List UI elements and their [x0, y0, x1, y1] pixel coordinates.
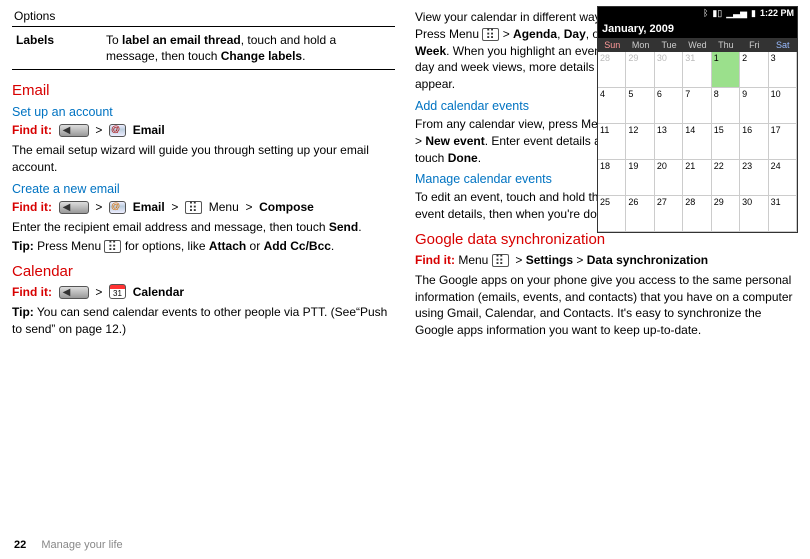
calendar-findit: Find it: > Calendar: [12, 284, 395, 301]
calendar-cell: 26: [626, 196, 654, 232]
dow-sun: Sun: [598, 38, 626, 52]
calendar-cell: 13: [655, 124, 683, 160]
calendar-cell: 7: [683, 88, 711, 124]
options-desc: To label an email thread, touch and hold…: [102, 27, 395, 70]
calendar-cell: 31: [683, 52, 711, 88]
calendar-cell: 5: [626, 88, 654, 124]
email-create-text: Enter the recipient email address and me…: [12, 219, 395, 236]
email-setup-text: The email setup wizard will guide you th…: [12, 142, 395, 176]
battery-icon: ▮: [751, 8, 756, 19]
menu-icon: [104, 240, 121, 253]
calendar-cell: 10: [769, 88, 797, 124]
calendar-cell: 6: [655, 88, 683, 124]
email-create-heading: Create a new email: [12, 182, 395, 196]
google-text: The Google apps on your phone give you a…: [415, 272, 798, 339]
calendar-cell: 29: [626, 52, 654, 88]
calendar-cell: 23: [740, 160, 768, 196]
dow-thu: Thu: [712, 38, 740, 52]
signal-bars-icon: ▁▃▅: [726, 8, 747, 19]
calendar-cell: 14: [683, 124, 711, 160]
calendar-tip: Tip: You can send calendar events to oth…: [12, 304, 395, 338]
calendar-cell: 17: [769, 124, 797, 160]
calendar-cell: 30: [740, 196, 768, 232]
calendar-cell: 12: [626, 124, 654, 160]
email-create-tip: Tip: Press Menu for options, like Attach…: [12, 238, 395, 255]
calendar-cell: 3: [769, 52, 797, 88]
email-icon: [109, 201, 126, 214]
options-label: Labels: [12, 27, 102, 70]
tray-icon: [59, 286, 89, 299]
calendar-heading: Calendar: [12, 263, 395, 280]
options-table: Options Labels To label an email thread,…: [12, 6, 395, 70]
menu-icon: [492, 254, 509, 267]
calendar-month-title: January, 2009: [598, 20, 797, 38]
calendar-cell: 28: [683, 196, 711, 232]
calendar-cell: 28: [598, 52, 626, 88]
menu-icon: [185, 201, 202, 214]
page-footer: 22 Manage your life: [14, 539, 123, 551]
calendar-cell: 22: [712, 160, 740, 196]
email-icon: [109, 124, 126, 137]
calendar-dow-row: SunMonTueWedThuFriSat: [598, 38, 797, 52]
dow-tue: Tue: [655, 38, 683, 52]
tray-icon: [59, 124, 89, 137]
options-header: Options: [12, 6, 395, 27]
calendar-cell: 11: [598, 124, 626, 160]
calendar-cell: 18: [598, 160, 626, 196]
calendar-cell: 2: [740, 52, 768, 88]
calendar-cell: 24: [769, 160, 797, 196]
google-findit: Find it: Menu > Settings > Data synchron…: [415, 252, 798, 269]
bluetooth-icon: ᛒ: [703, 8, 708, 19]
email-create-findit: Find it: > Email > Menu > Compose: [12, 199, 395, 216]
signal-icon: ▮▯: [712, 8, 722, 19]
section-name: Manage your life: [41, 539, 122, 551]
calendar-cell: 31: [769, 196, 797, 232]
calendar-cell: 25: [598, 196, 626, 232]
calendar-cell: 30: [655, 52, 683, 88]
calendar-cell: 27: [655, 196, 683, 232]
dow-sat: Sat: [769, 38, 797, 52]
calendar-cell: 1: [712, 52, 740, 88]
tray-icon: [59, 201, 89, 214]
calendar-icon: [109, 284, 126, 299]
phone-calendar-preview: ᛒ ▮▯ ▁▃▅ ▮ 1:22 PM January, 2009 SunMonT…: [597, 6, 798, 233]
calendar-grid: 2829303112345678910111213141516171819202…: [598, 52, 797, 232]
menu-icon: [482, 28, 499, 41]
calendar-cell: 16: [740, 124, 768, 160]
calendar-cell: 21: [683, 160, 711, 196]
calendar-cell: 15: [712, 124, 740, 160]
page-number: 22: [14, 539, 26, 551]
calendar-cell: 20: [655, 160, 683, 196]
google-heading: Google data synchronization: [415, 231, 798, 248]
dow-mon: Mon: [626, 38, 654, 52]
email-setup-findit: Find it: > Email: [12, 122, 395, 139]
clock-time: 1:22 PM: [760, 8, 794, 19]
calendar-cell: 4: [598, 88, 626, 124]
calendar-cell: 9: [740, 88, 768, 124]
dow-wed: Wed: [683, 38, 711, 52]
dow-fri: Fri: [740, 38, 768, 52]
email-setup-heading: Set up an account: [12, 105, 395, 119]
calendar-cell: 8: [712, 88, 740, 124]
email-heading: Email: [12, 82, 395, 99]
status-bar: ᛒ ▮▯ ▁▃▅ ▮ 1:22 PM: [598, 7, 797, 20]
calendar-cell: 29: [712, 196, 740, 232]
calendar-cell: 19: [626, 160, 654, 196]
